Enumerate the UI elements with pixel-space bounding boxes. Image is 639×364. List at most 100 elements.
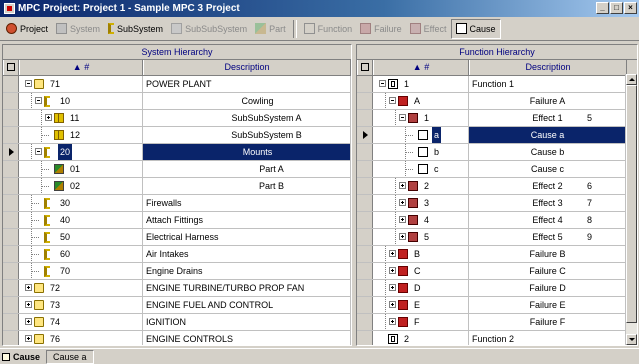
system-tree-row[interactable]: 40 Attach Fittings xyxy=(3,212,351,229)
row-selector[interactable] xyxy=(3,93,19,109)
function-tree-row[interactable]: 1 Effect 1 5 xyxy=(357,110,637,127)
function-button[interactable]: Function xyxy=(300,19,357,39)
item-description[interactable]: Effect 1 5 xyxy=(469,110,627,126)
row-selector[interactable] xyxy=(3,314,19,330)
item-description[interactable]: Air Intakes xyxy=(143,246,351,262)
row-selector[interactable] xyxy=(357,212,373,228)
system-tree-row[interactable]: 72 ENGINE TURBINE/TURBO PROP FAN xyxy=(3,280,351,297)
collapse-icon[interactable] xyxy=(25,80,32,87)
item-description[interactable]: SubSubSystem A xyxy=(143,110,351,126)
item-description[interactable]: Function 1 xyxy=(469,76,627,92)
function-tree-row[interactable]: a Cause a xyxy=(357,127,637,144)
part-button[interactable]: Part xyxy=(251,19,290,39)
row-selector[interactable] xyxy=(357,229,373,245)
expand-icon[interactable] xyxy=(389,284,396,291)
item-description[interactable]: Firewalls xyxy=(143,195,351,211)
expand-icon[interactable] xyxy=(45,114,52,121)
collapse-icon[interactable] xyxy=(399,114,406,121)
row-selector[interactable] xyxy=(3,161,19,177)
row-selector[interactable] xyxy=(357,297,373,313)
row-selector[interactable] xyxy=(3,280,19,296)
row-selector[interactable] xyxy=(3,212,19,228)
row-selector[interactable] xyxy=(3,178,19,194)
collapse-icon[interactable] xyxy=(379,80,386,87)
expand-icon[interactable] xyxy=(25,318,32,325)
expand-icon[interactable] xyxy=(399,216,406,223)
item-description[interactable]: Part B xyxy=(143,178,351,194)
collapse-icon[interactable] xyxy=(35,97,42,104)
item-description[interactable]: Function 2 xyxy=(469,331,627,345)
item-description[interactable]: Attach Fittings xyxy=(143,212,351,228)
system-desc-column-header[interactable]: Description xyxy=(143,60,351,75)
row-selector[interactable] xyxy=(357,263,373,279)
function-num-column-header[interactable]: ▲ # xyxy=(373,60,469,75)
item-description[interactable]: Electrical Harness xyxy=(143,229,351,245)
select-all-cell[interactable] xyxy=(3,60,19,75)
system-tree-row[interactable]: 74 IGNITION xyxy=(3,314,351,331)
function-tree-row[interactable]: C Failure C xyxy=(357,263,637,280)
item-description[interactable]: Effect 2 6 xyxy=(469,178,627,194)
item-description[interactable]: ENGINE FUEL AND CONTROL xyxy=(143,297,351,313)
function-tree-row[interactable]: 4 Effect 4 8 xyxy=(357,212,637,229)
function-tree-row[interactable]: 3 Effect 3 7 xyxy=(357,195,637,212)
minimize-button[interactable]: _ xyxy=(596,2,609,14)
row-selector[interactable] xyxy=(357,246,373,262)
scroll-up-button[interactable] xyxy=(626,74,637,85)
item-description[interactable]: Mounts xyxy=(143,144,351,160)
row-selector[interactable] xyxy=(357,178,373,194)
function-tree-row[interactable]: 2 Effect 2 6 xyxy=(357,178,637,195)
system-tree-row[interactable]: 70 Engine Drains xyxy=(3,263,351,280)
function-tree-row[interactable]: F Failure F xyxy=(357,314,637,331)
item-description[interactable]: Failure B xyxy=(469,246,627,262)
system-num-column-header[interactable]: ▲ # xyxy=(19,60,143,75)
expand-icon[interactable] xyxy=(389,318,396,325)
row-selector[interactable] xyxy=(3,263,19,279)
system-tree-row[interactable]: 73 ENGINE FUEL AND CONTROL xyxy=(3,297,351,314)
row-selector[interactable] xyxy=(357,144,373,160)
item-description[interactable]: Failure A xyxy=(469,93,627,109)
collapse-icon[interactable] xyxy=(389,97,396,104)
function-tree-row[interactable]: A Failure A xyxy=(357,93,637,110)
function-desc-column-header[interactable]: Description xyxy=(469,60,627,75)
item-description[interactable]: Engine Drains xyxy=(143,263,351,279)
system-tree-row[interactable]: 30 Firewalls xyxy=(3,195,351,212)
system-tree-row[interactable]: 02 Part B xyxy=(3,178,351,195)
item-description[interactable]: ENGINE TURBINE/TURBO PROP FAN xyxy=(143,280,351,296)
row-selector[interactable] xyxy=(3,110,19,126)
item-description[interactable]: Failure D xyxy=(469,280,627,296)
expand-icon[interactable] xyxy=(389,250,396,257)
project-button[interactable]: Project xyxy=(2,19,52,39)
expand-icon[interactable] xyxy=(25,284,32,291)
row-selector[interactable] xyxy=(357,280,373,296)
item-description[interactable]: Cause b xyxy=(469,144,627,160)
cause-button[interactable]: Cause xyxy=(450,18,501,39)
vertical-scrollbar[interactable] xyxy=(625,74,637,345)
subsubsystem-button[interactable]: SubSubSystem xyxy=(167,19,251,39)
row-selector[interactable] xyxy=(357,127,373,143)
row-selector[interactable] xyxy=(3,229,19,245)
row-selector[interactable] xyxy=(357,161,373,177)
expand-icon[interactable] xyxy=(399,199,406,206)
system-tree-row[interactable]: 01 Part A xyxy=(3,161,351,178)
row-selector[interactable] xyxy=(357,110,373,126)
scroll-thumb[interactable] xyxy=(626,85,637,323)
subsystem-button[interactable]: SubSystem xyxy=(104,19,167,39)
item-description[interactable]: Cause c xyxy=(469,161,627,177)
row-selector[interactable] xyxy=(357,331,373,345)
row-selector[interactable] xyxy=(3,195,19,211)
expand-icon[interactable] xyxy=(389,301,396,308)
function-tree-row[interactable]: D Failure D xyxy=(357,280,637,297)
close-button[interactable]: × xyxy=(624,2,637,14)
maximize-button[interactable]: □ xyxy=(610,2,623,14)
item-description[interactable]: POWER PLANT xyxy=(143,76,351,92)
row-selector[interactable] xyxy=(3,331,19,345)
row-selector[interactable] xyxy=(357,76,373,92)
function-tree-row[interactable]: 5 Effect 5 9 xyxy=(357,229,637,246)
item-description[interactable]: Effect 4 8 xyxy=(469,212,627,228)
function-tree-row[interactable]: 1 Function 1 xyxy=(357,76,637,93)
effect-button[interactable]: Effect xyxy=(406,19,451,39)
expand-icon[interactable] xyxy=(399,182,406,189)
item-description[interactable]: Effect 5 9 xyxy=(469,229,627,245)
expand-icon[interactable] xyxy=(389,267,396,274)
item-description[interactable]: Cause a xyxy=(469,127,627,143)
